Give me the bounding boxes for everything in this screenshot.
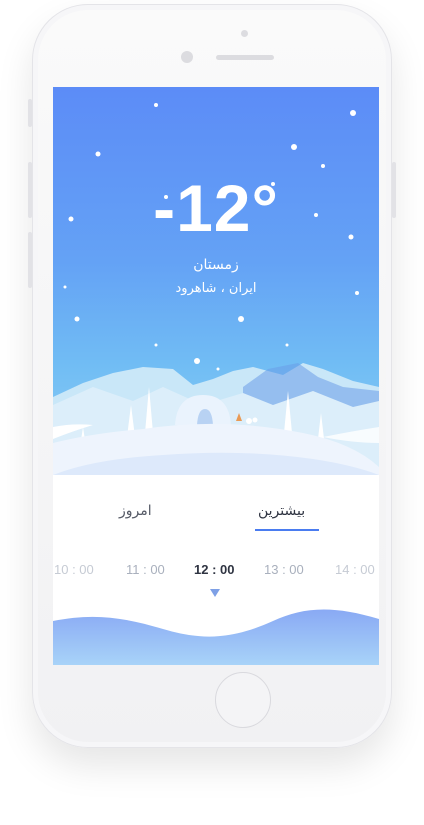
- time-option[interactable]: 11 : 00: [126, 562, 165, 577]
- active-tab-indicator: [255, 529, 319, 531]
- tab-more[interactable]: بیشترین: [258, 503, 305, 519]
- time-option[interactable]: 13 : 00: [264, 562, 304, 577]
- phone-volume-up-button: [28, 162, 32, 218]
- time-option-selected[interactable]: 12 : 00: [194, 562, 234, 577]
- app-screen: -12° زمستان ایران ، شاهرود امروز بیشترین…: [53, 87, 379, 665]
- tab-bar: امروز بیشترین: [53, 497, 379, 537]
- season-label: زمستان: [193, 257, 239, 273]
- phone-speaker: [216, 55, 274, 60]
- selected-time-pointer-icon: [210, 589, 220, 597]
- tab-today[interactable]: امروز: [119, 503, 152, 519]
- location-label: ایران ، شاهرود: [175, 281, 257, 296]
- time-option[interactable]: 10 : 00: [54, 562, 94, 577]
- phone-volume-down-button: [28, 232, 32, 288]
- phone-volume-button: [28, 99, 32, 127]
- phone-camera: [181, 51, 193, 63]
- time-selector: 10 : 00 11 : 00 12 : 00 13 : 00 14 : 00: [53, 562, 379, 582]
- weather-hero: -12° زمستان ایران ، شاهرود: [53, 87, 379, 475]
- home-button[interactable]: [215, 672, 271, 728]
- time-option[interactable]: 14 : 00: [335, 562, 375, 577]
- temperature-value: -12°: [153, 171, 279, 245]
- phone-power-button: [392, 162, 396, 218]
- temperature-wave-graph: [53, 609, 379, 665]
- phone-sensor: [241, 30, 248, 37]
